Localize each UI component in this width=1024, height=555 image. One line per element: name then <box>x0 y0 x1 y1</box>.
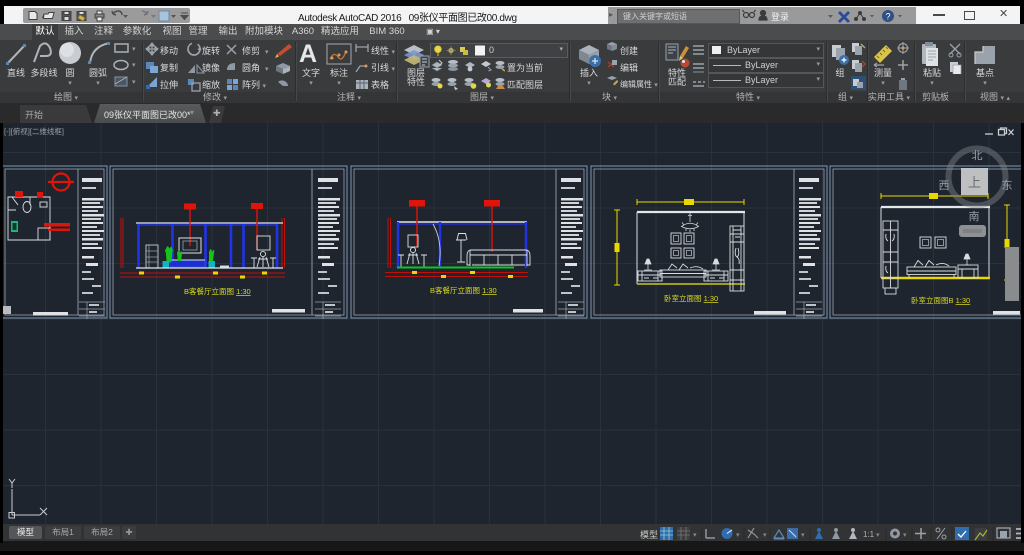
svg-text:卧室立面图B 1:30: 卧室立面图B 1:30 <box>911 295 970 305</box>
svg-text:B客餐厅立面图 1:30: B客餐厅立面图 1:30 <box>184 286 251 296</box>
svg-text:▾: ▾ <box>903 532 907 539</box>
svg-text:▾: ▾ <box>736 532 740 539</box>
svg-text:南: 南 <box>969 210 980 223</box>
svg-text:西: 西 <box>939 180 950 192</box>
svg-text:北: 北 <box>972 149 983 162</box>
svg-text:▾: ▾ <box>876 532 880 539</box>
svg-text:▾: ▾ <box>801 532 805 539</box>
svg-text:东: 东 <box>1002 179 1013 192</box>
svg-text:▾: ▾ <box>693 532 697 539</box>
svg-text:1:1: 1:1 <box>863 530 875 539</box>
svg-text:[-][俯视][二维线框]: [-][俯视][二维线框] <box>4 126 64 136</box>
svg-text:上: 上 <box>968 175 981 190</box>
svg-text:▾: ▾ <box>763 532 767 539</box>
svg-text:卧室立面图 1:30: 卧室立面图 1:30 <box>664 293 718 303</box>
svg-text:B客餐厅立面图 1:30: B客餐厅立面图 1:30 <box>430 285 497 295</box>
